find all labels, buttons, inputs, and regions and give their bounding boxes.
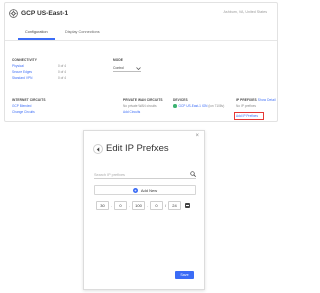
device-model: (ion 7108v) [208, 104, 225, 108]
add-new-button[interactable]: + Add New [94, 185, 196, 195]
status-online-icon [173, 104, 177, 108]
ip-cidr[interactable]: 24 [168, 201, 181, 210]
back-arrow-icon [96, 146, 100, 152]
change-circuits-link[interactable]: Change Circuits [12, 110, 35, 114]
search-icon[interactable] [190, 171, 196, 177]
search-input[interactable] [94, 171, 184, 178]
mode-label: MODE [113, 58, 123, 62]
internet-circuits-label: INTERNET CIRCUITS [12, 98, 46, 102]
ip-octet-3[interactable]: 100 [132, 201, 145, 210]
connectivity-label: CONNECTIVITY [12, 58, 37, 62]
site-header: GCP US-East-1 [9, 7, 68, 19]
add-ip-prefixes-link[interactable]: Add IP Prefixes [236, 114, 258, 118]
gear-icon [9, 8, 18, 18]
search-row [94, 171, 196, 179]
device-item[interactable]: GCP US-East-1 ION (ion 7108v) [173, 104, 224, 108]
ip-octet-4[interactable]: 0 [150, 201, 163, 210]
connectivity-physical[interactable]: Physical [12, 64, 24, 68]
connectivity-secure-edges-count: 0 of 4 [58, 70, 66, 74]
internet-circuit-gcp-blended[interactable]: GCP Blended [12, 104, 31, 108]
show-detail-link[interactable]: Show Detail [258, 98, 276, 102]
ip-prefixes-label: IP PREFIXES Show Detail [236, 98, 276, 102]
devices-label: DEVICES [173, 98, 188, 102]
back-button[interactable] [93, 144, 103, 154]
connectivity-standard-vpn-count: 0 of 4 [58, 76, 66, 80]
site-card: GCP US-East-1 Ashburn, VA, United States… [4, 2, 278, 122]
ip-prefixes-count: No IP prefixes [236, 104, 256, 108]
chevron-down-icon [136, 67, 141, 70]
private-wan-label: PRIVATE WAN CIRCUITS [123, 98, 163, 102]
add-new-label: Add New [140, 187, 158, 193]
private-wan-empty: No private WAN circuits [123, 104, 157, 108]
close-icon[interactable]: × [195, 133, 199, 139]
ip-octet-2[interactable]: 0 [114, 201, 127, 210]
edit-ip-prefixes-modal: × Edit IP Prefxes + Add New 30 . 0 . 100… [83, 130, 205, 290]
site-location: Ashburn, VA, United States [223, 10, 267, 14]
modal-title: Edit IP Prefxes [106, 143, 169, 154]
remove-icon[interactable] [185, 203, 190, 208]
tab-display-connections[interactable]: Display Connections [65, 30, 100, 34]
tab-bar: Configuration Display Connections [5, 27, 277, 41]
add-circuits-link[interactable]: Add Circuits [123, 110, 140, 114]
connectivity-secure-edges[interactable]: Secure Edges [12, 70, 32, 74]
device-name: GCP US-East-1 ION [178, 104, 208, 108]
ip-prefix-row: 30 . 0 . 100 . 0 / 24 [96, 201, 190, 210]
ip-octet-1[interactable]: 30 [96, 201, 109, 210]
connectivity-physical-count: 0 of 4 [58, 64, 66, 68]
tab-configuration[interactable]: Configuration [18, 30, 55, 40]
plus-circle-icon: + [132, 187, 138, 193]
mode-select[interactable]: Control [113, 65, 141, 72]
ip-prefixes-label-text: IP PREFIXES [236, 98, 257, 102]
connectivity-standard-vpn[interactable]: Standard VPN [12, 76, 32, 80]
save-button[interactable]: Save [175, 271, 194, 279]
mode-value: Control [113, 66, 124, 70]
site-title: GCP US-East-1 [21, 9, 69, 17]
